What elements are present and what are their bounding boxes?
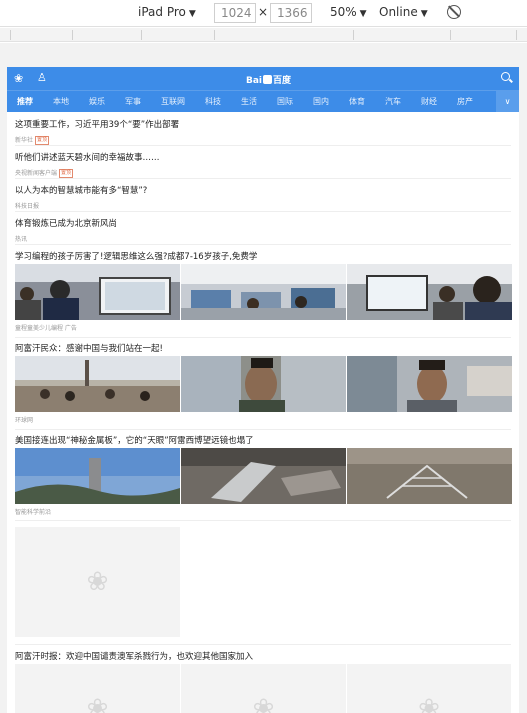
- list-item[interactable]: 以人为本的智慧城市能有多“智慧”? 科技日报: [15, 184, 511, 210]
- divider: [15, 337, 511, 338]
- news-title[interactable]: 以人为本的智慧城市能有多“智慧”?: [15, 184, 511, 196]
- device-viewport: ❀ ♙ Bai 百度 推荐 本地 娱乐 军事 互联网 科技 生活 国际 国内 体育…: [7, 67, 519, 713]
- list-item[interactable]: 阿富汗时报：欢迎中国谴责澳军杀戮行为，也欢迎其他国家加入: [15, 650, 511, 662]
- news-photo[interactable]: [181, 356, 346, 412]
- list-item[interactable]: 体育锻炼已成为北京新风尚 热讯: [15, 217, 511, 243]
- list-item-meta: 智能科学前沿: [15, 507, 511, 516]
- image-placeholder-icon: ❀: [86, 693, 109, 713]
- tab-realestate[interactable]: 房产: [457, 96, 473, 107]
- site-logo[interactable]: Bai 百度: [246, 73, 291, 86]
- news-photo[interactable]: [181, 264, 346, 320]
- news-title[interactable]: 听他们讲述蓝天碧水间的幸福故事……: [15, 151, 511, 163]
- list-item-meta: 环球网: [15, 415, 511, 424]
- list-item[interactable]: 美国接连出现“神秘金属板”，它的“天眼”阿雷西博望远镜也塌了: [15, 434, 511, 446]
- divider: [15, 178, 511, 179]
- viewport-height-field[interactable]: 1366: [270, 3, 312, 23]
- image-placeholder-icon: ❀: [252, 693, 275, 713]
- divider: [15, 429, 511, 430]
- tab-domestic[interactable]: 国内: [313, 96, 329, 107]
- rotate-icon[interactable]: [447, 5, 461, 19]
- tab-tech[interactable]: 科技: [205, 96, 221, 107]
- device-select[interactable]: iPad Pro ▼: [138, 5, 196, 19]
- tab-sports[interactable]: 体育: [349, 96, 365, 107]
- news-source: 科技日报: [15, 203, 40, 210]
- user-icon[interactable]: ♙: [37, 71, 47, 84]
- news-photo[interactable]: [347, 264, 512, 320]
- image-placeholder-icon: ❀: [418, 693, 440, 713]
- news-source: 智能科学前沿: [15, 509, 52, 516]
- news-photo[interactable]: [15, 264, 180, 320]
- news-title[interactable]: 体育锻炼已成为北京新风尚: [15, 217, 511, 229]
- divider: [15, 211, 511, 212]
- news-title[interactable]: 这项重要工作，习近平用39个“要”作出部署: [15, 118, 511, 130]
- list-item[interactable]: 听他们讲述蓝天碧水间的幸福故事…… 央视新闻客户端 置顶: [15, 151, 511, 178]
- list-item[interactable]: 阿富汗民众：感谢中国与我们站在一起!: [15, 342, 511, 354]
- news-title[interactable]: 阿富汗民众：感谢中国与我们站在一起!: [15, 342, 511, 354]
- news-source: 童程童美少儿编程 广告: [15, 325, 77, 332]
- news-source: 环球网: [15, 417, 34, 424]
- news-title[interactable]: 阿富汗时报：欢迎中国谴责澳军杀戮行为，也欢迎其他国家加入: [15, 650, 511, 662]
- image-row[interactable]: [15, 264, 512, 320]
- pinned-badge: 置顶: [59, 169, 74, 178]
- divider: [15, 644, 511, 645]
- image-placeholder[interactable]: ❀: [15, 664, 180, 713]
- zoom-select[interactable]: 50% ▼: [330, 5, 367, 19]
- news-photo[interactable]: [181, 448, 346, 504]
- divider: [15, 244, 511, 245]
- news-title[interactable]: 美国接连出现“神秘金属板”，它的“天眼”阿雷西博望远镜也塌了: [15, 434, 511, 446]
- image-placeholder-icon: ❀: [86, 567, 109, 597]
- tab-recommend[interactable]: 推荐: [17, 96, 33, 107]
- news-photo[interactable]: [347, 448, 512, 504]
- site-header: ❀ ♙ Bai 百度: [7, 67, 519, 90]
- media-query-ruler: [0, 28, 527, 42]
- image-placeholder[interactable]: ❀: [15, 527, 180, 637]
- image-placeholder[interactable]: ❀: [181, 664, 346, 713]
- news-photo[interactable]: [347, 356, 512, 412]
- list-item[interactable]: 学习编程的孩子厉害了!逻辑思维这么强?成都7-16岁孩子,免费学: [15, 250, 511, 262]
- tab-entertainment[interactable]: 娱乐: [89, 96, 105, 107]
- tab-finance[interactable]: 财经: [421, 96, 437, 107]
- tab-auto[interactable]: 汽车: [385, 96, 401, 107]
- tab-local[interactable]: 本地: [53, 96, 69, 107]
- divider: [15, 520, 511, 521]
- news-photo[interactable]: [15, 356, 180, 412]
- tab-life[interactable]: 生活: [241, 96, 257, 107]
- category-tabs: 推荐 本地 娱乐 军事 互联网 科技 生活 国际 国内 体育 汽车 财经 房产 …: [7, 90, 519, 112]
- list-item-meta: 童程童美少儿编程 广告: [15, 323, 511, 332]
- search-icon[interactable]: [501, 72, 510, 81]
- tab-military[interactable]: 军事: [125, 96, 141, 107]
- list-item[interactable]: 这项重要工作，习近平用39个“要”作出部署 新华社 置顶: [15, 118, 511, 145]
- news-source: 热讯: [15, 236, 28, 243]
- dimension-separator: ×: [258, 5, 269, 19]
- news-photo[interactable]: [15, 448, 180, 504]
- image-row[interactable]: [15, 356, 512, 412]
- devtools-toolbar: iPad Pro ▼ 1024 × 1366 50% ▼ Online ▼: [0, 0, 527, 27]
- tab-international[interactable]: 国际: [277, 96, 293, 107]
- network-throttle-select[interactable]: Online ▼: [379, 5, 428, 19]
- news-source: 新华社: [15, 137, 34, 144]
- divider: [15, 145, 511, 146]
- image-placeholder[interactable]: ❀: [347, 664, 511, 713]
- news-title[interactable]: 学习编程的孩子厉害了!逻辑思维这么强?成都7-16岁孩子,免费学: [15, 250, 511, 262]
- news-source: 央视新闻客户端: [15, 170, 58, 177]
- pinned-badge: 置顶: [35, 136, 50, 145]
- tab-internet[interactable]: 互联网: [161, 96, 185, 107]
- chevron-down-icon[interactable]: ∨: [496, 91, 519, 112]
- image-row[interactable]: [15, 448, 512, 504]
- viewport-width-field[interactable]: 1024: [214, 3, 256, 23]
- paw-icon[interactable]: ❀: [14, 72, 23, 85]
